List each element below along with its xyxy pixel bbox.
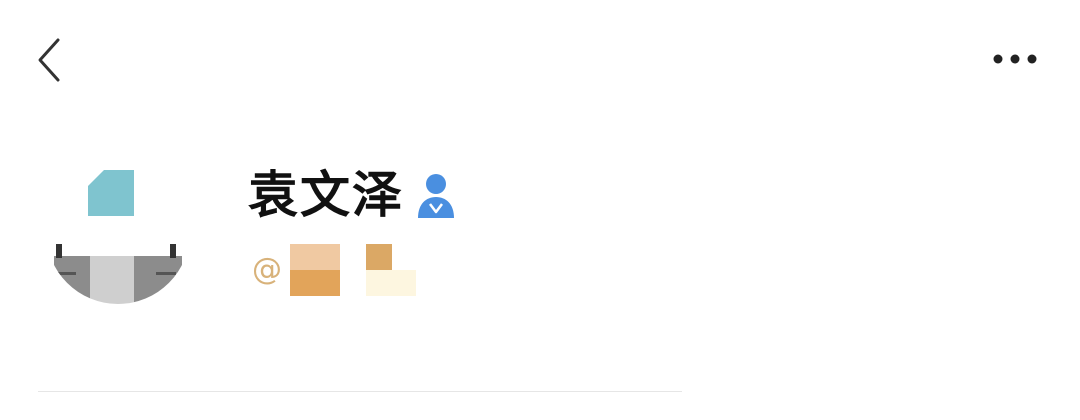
avatar-image [46, 160, 190, 304]
more-button[interactable] [988, 44, 1044, 74]
verified-user-icon [414, 170, 458, 220]
handle-redacted [290, 242, 420, 298]
back-button[interactable] [26, 32, 74, 88]
display-name: 袁文泽 [248, 166, 404, 224]
chevron-left-icon [38, 38, 60, 82]
name-row: 袁文泽 [248, 160, 458, 230]
handle-prefix: @ [252, 252, 282, 287]
handle-row: @ [252, 240, 420, 300]
avatar[interactable] [46, 160, 190, 304]
divider [38, 391, 682, 392]
profile-screen: 袁文泽 @ [0, 0, 1080, 420]
more-horizontal-icon [993, 54, 1037, 64]
